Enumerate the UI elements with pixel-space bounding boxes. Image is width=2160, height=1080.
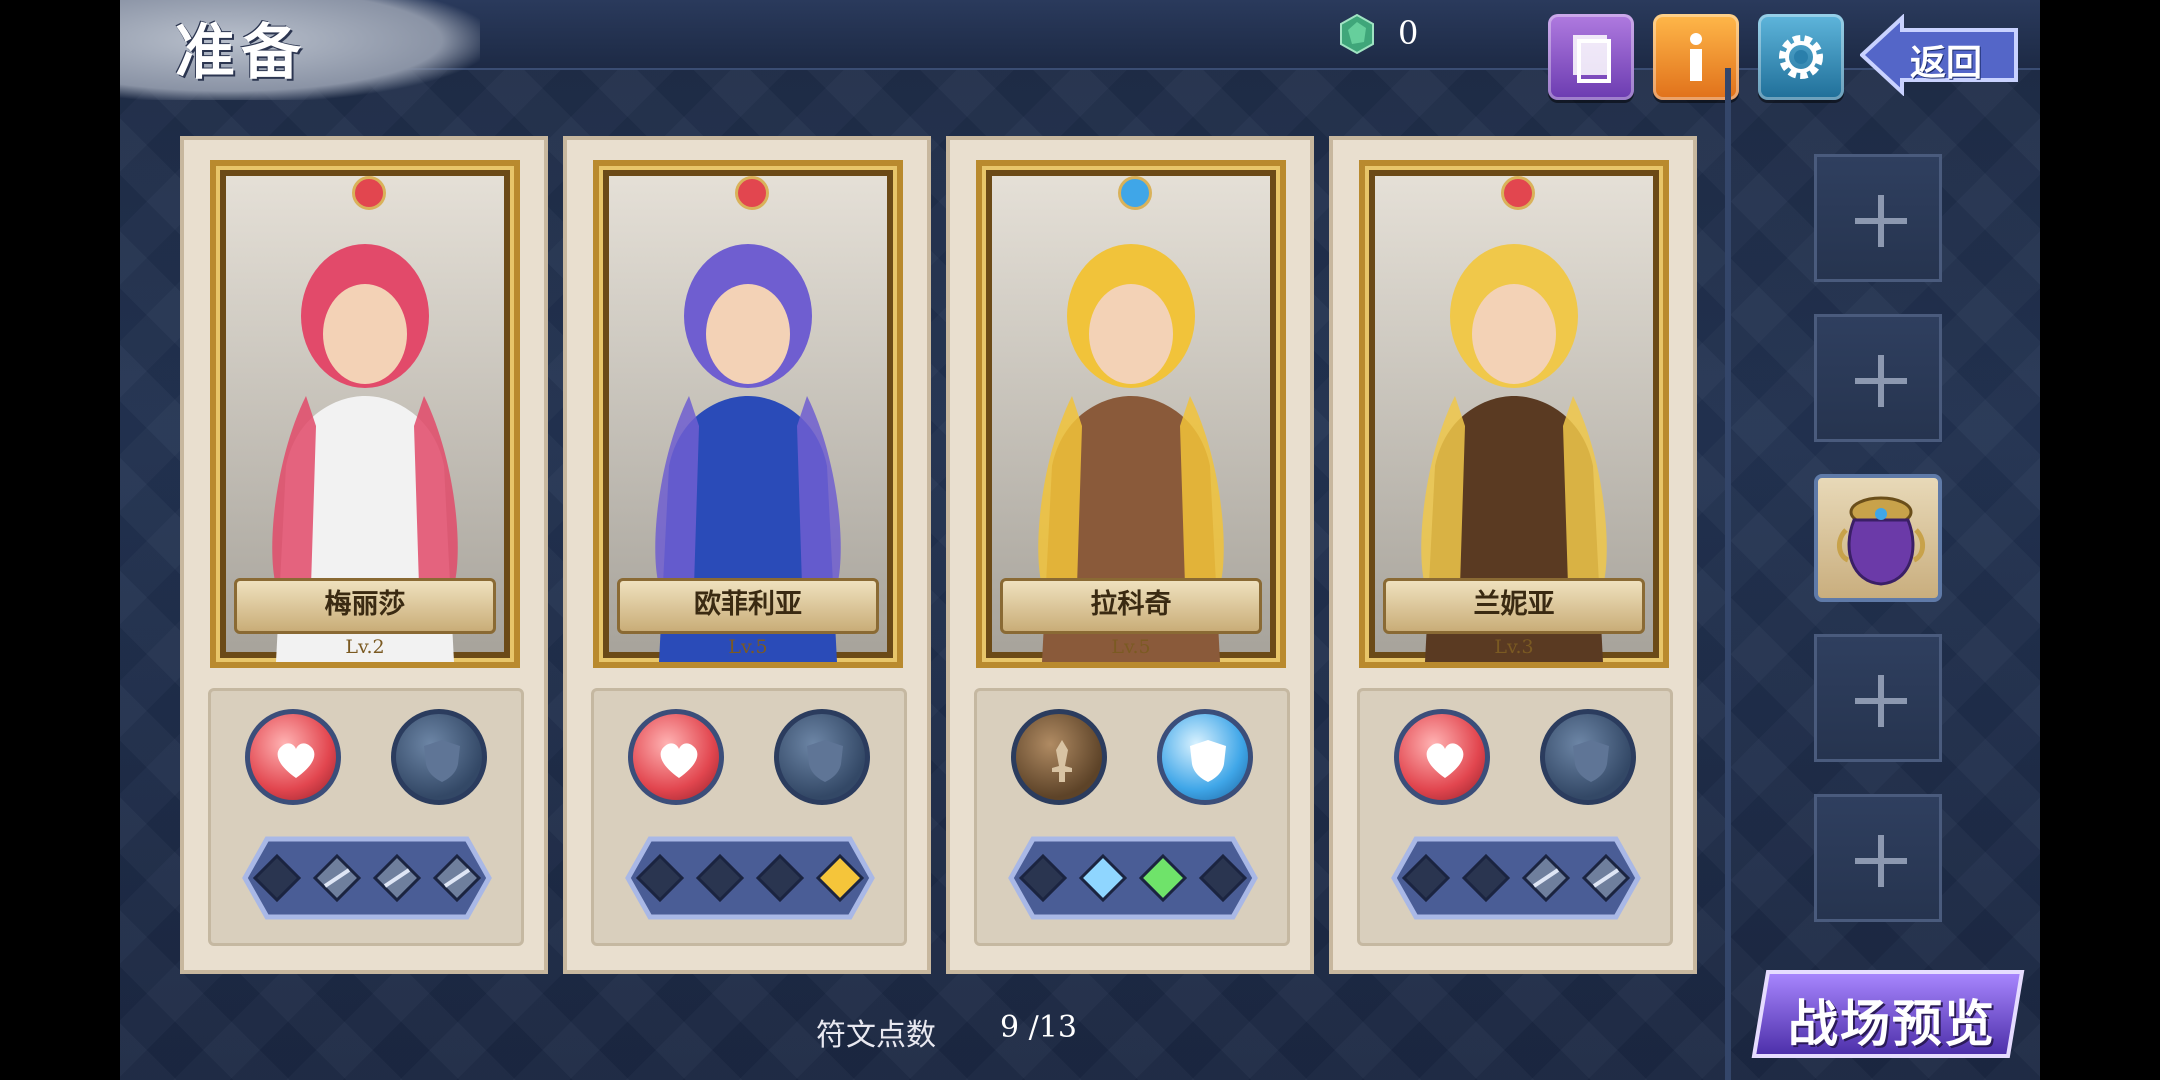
add-slot-button[interactable] (1814, 314, 1942, 442)
equipment-slots (591, 688, 907, 946)
rune-bar-frame (1391, 836, 1641, 920)
character-portrait[interactable]: 兰妮亚 Lv.3 (1359, 160, 1669, 668)
rune-points-label: 符文点数 (816, 1018, 936, 1053)
character-name: 拉科奇 (1000, 578, 1262, 634)
gear-icon (1779, 35, 1823, 79)
skill-slot-right[interactable] (391, 709, 487, 805)
equipment-slots (1357, 688, 1673, 946)
back-label[interactable]: 返回 (1910, 34, 1982, 86)
plus-icon (1855, 675, 1907, 727)
game-screen: 准备 0 返回 梅丽莎 Lv.2 欧菲利亚 Lv.5 拉科奇 Lv.5 兰妮亚 … (120, 0, 2040, 1080)
element-badge-shield (1118, 176, 1152, 210)
add-slot-button[interactable] (1814, 794, 1942, 922)
rune-points-value: 9 /13 (1000, 1010, 1077, 1045)
rune-bar-frame (1008, 836, 1258, 920)
heart-icon (660, 743, 698, 778)
element-badge-heart (352, 176, 386, 210)
character-card[interactable]: 兰妮亚 Lv.3 (1329, 136, 1697, 974)
character-level: Lv.3 (1494, 636, 1534, 658)
skill-slot-left[interactable] (1011, 709, 1107, 805)
plus-icon (1855, 835, 1907, 887)
rune-bar-frame (625, 836, 875, 920)
treasure-bag-icon (1837, 496, 1925, 586)
rune-bar (991, 829, 1275, 927)
character-name: 兰妮亚 (1383, 578, 1645, 634)
add-slot-button[interactable] (1814, 634, 1942, 762)
shield-icon (1573, 740, 1609, 782)
character-portrait[interactable]: 欧菲利亚 Lv.5 (593, 160, 903, 668)
heart-icon (1426, 743, 1464, 778)
element-badge-heart (1501, 176, 1535, 210)
equipment-slots (208, 688, 524, 946)
plus-icon (1855, 355, 1907, 407)
skill-slot-left[interactable] (1394, 709, 1490, 805)
character-portrait[interactable]: 拉科奇 Lv.5 (976, 160, 1286, 668)
page-title: 准备 (175, 18, 307, 88)
panel-divider (1725, 68, 1731, 1080)
equipment-slots (974, 688, 1290, 946)
rune-bar-frame (242, 836, 492, 920)
character-level: Lv.2 (345, 636, 385, 658)
shield-icon (807, 740, 843, 782)
equipment-slot-filled[interactable] (1814, 474, 1942, 602)
info-icon (1690, 33, 1702, 81)
rune-bar (1374, 829, 1658, 927)
character-name: 梅丽莎 (234, 578, 496, 634)
settings-button[interactable] (1758, 14, 1844, 100)
character-name: 欧菲利亚 (617, 578, 879, 634)
skill-slot-right[interactable] (774, 709, 870, 805)
sword-icon (1052, 740, 1072, 782)
character-card[interactable]: 欧菲利亚 Lv.5 (563, 136, 931, 974)
skill-slot-left[interactable] (245, 709, 341, 805)
skill-slot-right[interactable] (1540, 709, 1636, 805)
character-portrait[interactable]: 梅丽莎 Lv.2 (210, 160, 520, 668)
plus-icon (1855, 195, 1907, 247)
element-badge-heart (735, 176, 769, 210)
book-button[interactable] (1548, 14, 1634, 100)
character-card[interactable]: 拉科奇 Lv.5 (946, 136, 1314, 974)
book-icon (1573, 35, 1611, 83)
character-level: Lv.5 (728, 636, 768, 658)
shield-icon (424, 740, 460, 782)
battle-preview-label[interactable]: 战场预览 (1788, 984, 1996, 1056)
skill-slot-right[interactable] (1157, 709, 1253, 805)
rune-bar (608, 829, 892, 927)
shield-icon (1190, 740, 1226, 782)
character-card[interactable]: 梅丽莎 Lv.2 (180, 136, 548, 974)
rune-bar (225, 829, 509, 927)
skill-slot-left[interactable] (628, 709, 724, 805)
character-level: Lv.5 (1111, 636, 1151, 658)
gem-icon (1340, 14, 1374, 54)
add-slot-button[interactable] (1814, 154, 1942, 282)
gem-count: 0 (1398, 14, 1419, 52)
heart-icon (277, 743, 315, 778)
